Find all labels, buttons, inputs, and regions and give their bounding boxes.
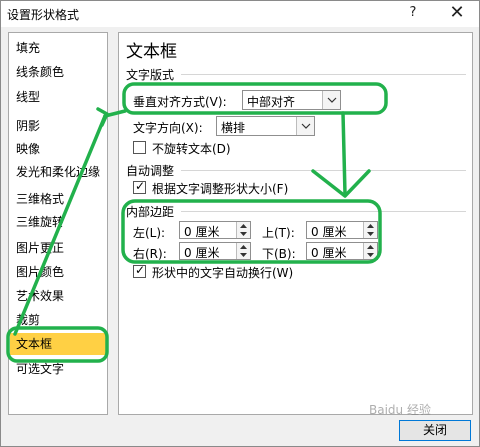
triangle-down-icon[interactable]: [236, 251, 250, 259]
settings-panel: 文本框 文字版式 垂直对齐方式(V): 中部对齐 文字方向(X): 横排 不旋转…: [118, 32, 473, 415]
checkmark-icon: ✓: [135, 263, 146, 277]
sidebar-item-label: 图片颜色: [16, 265, 65, 279]
triangle-up-icon[interactable]: [363, 222, 377, 230]
right-margin-spinner[interactable]: 0 厘米: [179, 242, 251, 260]
sidebar-item-fill[interactable]: 填充: [10, 37, 106, 59]
resize-shape-checkbox[interactable]: ✓: [133, 179, 146, 194]
vertical-align-dropdown[interactable]: 中部对齐: [242, 90, 341, 110]
section-divider: [181, 170, 466, 171]
text-direction-value: 横排: [221, 121, 246, 135]
word-wrap-checkbox[interactable]: ✓: [133, 263, 146, 278]
sidebar-item-label: 阴影: [16, 119, 41, 133]
sidebar-item-label: 三维旋转: [16, 215, 65, 229]
sidebar-item-3d-rotation[interactable]: 三维旋转: [10, 211, 106, 233]
section-divider: [181, 211, 466, 212]
sidebar-item-label: 裁剪: [16, 313, 41, 327]
sidebar-item-label: 发光和柔化边缘: [16, 165, 101, 179]
sidebar-item-label: 线条颜色: [16, 65, 65, 79]
sidebar-item-label: 可选文字: [16, 362, 65, 376]
sidebar-item-label: 映像: [16, 142, 41, 156]
sidebar-item-3d-format[interactable]: 三维格式: [10, 188, 106, 210]
right-margin-value: 0 厘米: [184, 246, 220, 260]
left-margin-value: 0 厘米: [184, 225, 220, 239]
sidebar-item-label: 填充: [16, 41, 41, 55]
category-list: 填充 线条颜色 线型 阴影 映像 发光和柔化边缘 三维格式 三维旋转 图片更正 …: [8, 32, 108, 415]
autofit-heading: 自动调整: [126, 164, 175, 178]
sidebar-item-label: 三维格式: [16, 192, 65, 206]
triangle-down-icon[interactable]: [363, 230, 377, 238]
sidebar-item-label: 线型: [16, 90, 41, 104]
section-divider: [181, 74, 466, 75]
triangle-up-icon[interactable]: [363, 243, 377, 251]
top-margin-spinner[interactable]: 0 厘米: [306, 221, 378, 239]
sidebar-item-label: 艺术效果: [16, 289, 65, 303]
no-rotate-checkbox[interactable]: [133, 141, 146, 154]
sidebar-item-label: 图片更正: [16, 241, 65, 255]
no-rotate-label: 不旋转文本(D): [152, 142, 231, 156]
text-direction-label: 文字方向(X):: [133, 121, 203, 135]
left-margin-spinner[interactable]: 0 厘米: [179, 221, 251, 239]
triangle-down-icon[interactable]: [236, 230, 250, 238]
bottom-margin-value: 0 厘米: [311, 246, 347, 260]
top-margin-label: 上(T):: [262, 226, 295, 240]
window-title: 设置形状格式: [7, 8, 80, 22]
left-margin-label: 左(L):: [133, 226, 166, 240]
triangle-down-icon[interactable]: [363, 251, 377, 259]
margins-heading: 内部边距: [126, 205, 175, 219]
sidebar-item-text-box[interactable]: 文本框: [10, 333, 106, 355]
close-dialog-button[interactable]: 关闭: [399, 420, 471, 441]
sidebar-item-picture-color[interactable]: 图片颜色: [10, 261, 106, 283]
sidebar-item-line-color[interactable]: 线条颜色: [10, 61, 106, 83]
triangle-up-icon[interactable]: [236, 243, 250, 251]
title-bar: 设置形状格式 ? ✕: [1, 1, 479, 27]
watermark: Baidu 经验: [369, 403, 431, 417]
page-title: 文本框: [126, 42, 177, 62]
sidebar-item-reflection[interactable]: 映像: [10, 138, 106, 160]
bottom-margin-label: 下(B):: [262, 247, 296, 261]
right-margin-label: 右(R):: [133, 247, 167, 261]
help-icon: ?: [409, 5, 417, 20]
text-layout-heading: 文字版式: [126, 68, 175, 82]
checkmark-icon: ✓: [135, 179, 146, 193]
text-direction-dropdown[interactable]: 横排: [216, 116, 315, 136]
help-button[interactable]: ?: [393, 1, 433, 27]
sidebar-item-shadow[interactable]: 阴影: [10, 115, 106, 137]
vertical-align-value: 中部对齐: [247, 95, 296, 109]
sidebar-item-picture-corrections[interactable]: 图片更正: [10, 237, 106, 259]
sidebar-item-line-style[interactable]: 线型: [10, 86, 106, 108]
sidebar-item-alt-text[interactable]: 可选文字: [10, 358, 106, 380]
bottom-margin-spinner[interactable]: 0 厘米: [306, 242, 378, 260]
sidebar-item-glow-soft-edges[interactable]: 发光和柔化边缘: [10, 161, 106, 183]
sidebar-item-artistic-effects[interactable]: 艺术效果: [10, 285, 106, 307]
top-margin-value: 0 厘米: [311, 225, 347, 239]
format-shape-dialog: 设置形状格式 ? ✕ 填充 线条颜色 线型 阴影 映像 发光和柔化边缘 三维格式…: [0, 0, 480, 447]
sidebar-item-label: 文本框: [16, 337, 53, 351]
chevron-down-icon: [322, 91, 340, 109]
close-icon: ✕: [449, 2, 465, 23]
chevron-down-icon: [296, 117, 314, 135]
triangle-up-icon[interactable]: [236, 222, 250, 230]
word-wrap-label: 形状中的文字自动换行(W): [152, 266, 294, 280]
vertical-align-label: 垂直对齐方式(V):: [133, 95, 227, 109]
sidebar-item-crop[interactable]: 裁剪: [10, 309, 106, 331]
resize-shape-label: 根据文字调整形状大小(F): [152, 182, 289, 196]
window-close-button[interactable]: ✕: [437, 1, 477, 27]
